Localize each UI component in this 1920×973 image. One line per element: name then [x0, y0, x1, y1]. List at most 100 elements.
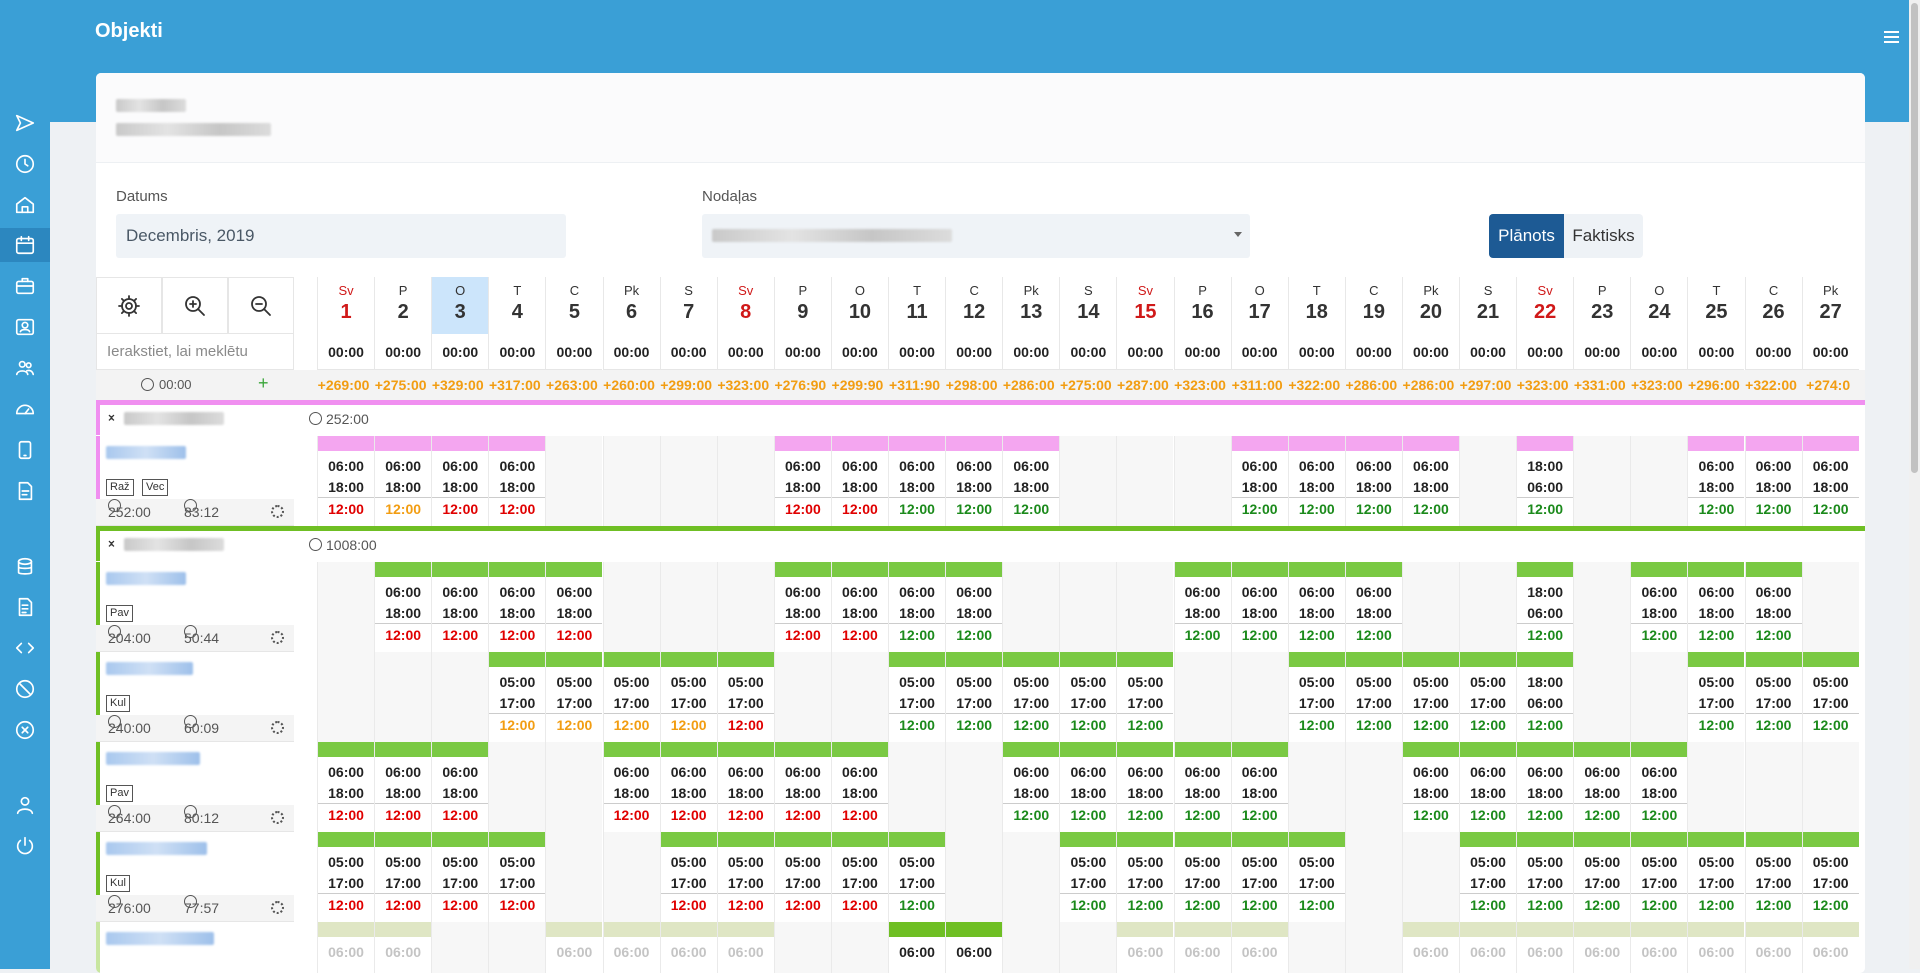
hamburger-menu-icon[interactable]: [1874, 22, 1908, 52]
shift-cell[interactable]: 06:00 18:00 12:00: [1230, 562, 1288, 652]
shift-cell[interactable]: 05:00 17:00 12:00: [1116, 652, 1174, 742]
day-header[interactable]: P2: [374, 277, 431, 334]
day-header[interactable]: O3: [431, 277, 489, 334]
empty-day-cell[interactable]: [1002, 832, 1060, 922]
empty-day-cell[interactable]: [1573, 562, 1631, 652]
shift-cell[interactable]: 05:00 17:00 12:00: [1573, 832, 1631, 922]
shift-cell[interactable]: 18:00 06:00 12:00: [1516, 436, 1574, 526]
day-header[interactable]: C 12: [945, 277, 1002, 334]
empty-day-cell[interactable]: [602, 562, 660, 652]
empty-day-cell[interactable]: [545, 832, 603, 922]
shift-cell[interactable]: 06:00: [716, 922, 774, 973]
shift-cell[interactable]: 06:00 18:00 12:00: [1344, 436, 1402, 526]
sidebar-dashboard-link[interactable]: [0, 392, 50, 426]
shift-cell[interactable]: 06:00 18:00 12:00: [888, 562, 946, 652]
shift-cell[interactable]: 05:00 17:00 12:00: [1059, 652, 1117, 742]
day-header[interactable]: O 24: [1630, 277, 1687, 334]
shift-cell[interactable]: 05:00 17:00 12:00: [1459, 832, 1517, 922]
empty-day-cell[interactable]: [716, 436, 774, 526]
shift-cell[interactable]: 06:00: [545, 922, 603, 973]
shift-cell[interactable]: 05:00 17:00 12:00: [1116, 832, 1174, 922]
shift-cell[interactable]: 06:00: [1116, 922, 1174, 973]
empty-day-cell[interactable]: [1401, 562, 1459, 652]
sidebar-cancel-link[interactable]: [0, 713, 50, 747]
empty-day-cell[interactable]: [1630, 652, 1688, 742]
empty-day-cell[interactable]: [317, 562, 375, 652]
empty-day-cell[interactable]: [1344, 922, 1402, 973]
empty-day-cell[interactable]: [1344, 832, 1402, 922]
shift-cell[interactable]: 06:00: [1573, 922, 1631, 973]
employee-settings-icon[interactable]: [271, 631, 284, 644]
sidebar-tablet-link[interactable]: [0, 433, 50, 467]
empty-day-cell[interactable]: [488, 742, 546, 832]
day-header[interactable]: C 26: [1744, 277, 1802, 334]
employee-row-header[interactable]: Pav 204:00 50:44: [96, 562, 294, 652]
shift-cell[interactable]: 05:00 17:00 12:00: [1287, 832, 1345, 922]
empty-day-cell[interactable]: [1173, 436, 1231, 526]
day-header[interactable]: Pk 13: [1002, 277, 1059, 334]
empty-day-cell[interactable]: [1059, 562, 1117, 652]
shift-cell[interactable]: 06:00 18:00 12:00: [1687, 436, 1745, 526]
shift-cell[interactable]: 05:00 17:00 12:00: [545, 652, 603, 742]
empty-day-cell[interactable]: [1459, 436, 1517, 526]
empty-day-cell[interactable]: [431, 922, 489, 973]
empty-day-cell[interactable]: [1002, 562, 1060, 652]
shift-cell[interactable]: 05:00 17:00 12:00: [1687, 832, 1745, 922]
shift-cell[interactable]: 06:00 18:00 12:00: [545, 562, 603, 652]
mode-planned-button[interactable]: Plānots: [1489, 214, 1564, 258]
day-header[interactable]: S 14: [1059, 277, 1116, 334]
shift-cell[interactable]: 06:00: [602, 922, 660, 973]
empty-day-cell[interactable]: [1002, 922, 1060, 973]
shift-cell[interactable]: 06:00: [1230, 922, 1288, 973]
shift-cell[interactable]: 05:00 17:00 12:00: [1687, 652, 1745, 742]
day-header[interactable]: O 10: [830, 277, 888, 334]
day-header[interactable]: T 25: [1687, 277, 1744, 334]
shift-cell[interactable]: 05:00 17:00 12:00: [1344, 652, 1402, 742]
shift-cell[interactable]: 06:00: [659, 922, 717, 973]
shift-cell[interactable]: 06:00 18:00 12:00: [317, 436, 375, 526]
sidebar-contact-card-link[interactable]: [0, 310, 50, 344]
shift-cell[interactable]: 06:00: [1630, 922, 1688, 973]
shift-cell[interactable]: 06:00: [374, 922, 432, 973]
empty-day-cell[interactable]: [1344, 742, 1402, 832]
day-header[interactable]: Pk 27: [1801, 277, 1859, 334]
blurred-employee-name[interactable]: [106, 662, 193, 675]
shift-cell[interactable]: 06:00 18:00 12:00: [830, 562, 888, 652]
shift-cell[interactable]: 05:00 17:00 12:00: [488, 652, 546, 742]
empty-day-cell[interactable]: [659, 436, 717, 526]
shift-cell[interactable]: 06:00: [1459, 922, 1517, 973]
shift-cell[interactable]: 06:00 18:00 12:00: [1801, 436, 1859, 526]
shift-cell[interactable]: 06:00 18:00 12:00: [773, 742, 831, 832]
shift-cell[interactable]: 06:00 18:00 12:00: [773, 436, 831, 526]
empty-day-cell[interactable]: [602, 436, 660, 526]
empty-day-cell[interactable]: [545, 436, 603, 526]
day-header[interactable]: Sv 8: [716, 277, 774, 334]
empty-day-cell[interactable]: [488, 922, 546, 973]
day-header[interactable]: Sv 15: [1116, 277, 1173, 334]
day-header[interactable]: P9: [773, 277, 831, 334]
employee-row-header[interactable]: Raž Vec 252:00 83:12: [96, 436, 294, 526]
sidebar-user-link[interactable]: [0, 788, 50, 822]
empty-day-cell[interactable]: [773, 922, 831, 973]
shift-cell[interactable]: 05:00 17:00 12:00: [888, 652, 946, 742]
shift-cell[interactable]: 06:00: [888, 922, 946, 973]
empty-day-cell[interactable]: [1687, 742, 1745, 832]
shift-cell[interactable]: 05:00 17:00 12:00: [1516, 832, 1574, 922]
empty-day-cell[interactable]: [545, 742, 603, 832]
day-header[interactable]: S 21: [1459, 277, 1516, 334]
shift-cell[interactable]: 06:00 18:00 12:00: [1173, 742, 1231, 832]
group-header[interactable]: ⌄ ⌃ 252:00: [96, 400, 1865, 436]
shift-cell[interactable]: 06:00 18:00 12:00: [602, 742, 660, 832]
shift-cell[interactable]: 06:00 18:00 12:00: [945, 562, 1003, 652]
shift-cell[interactable]: 05:00 17:00 12:00: [1744, 652, 1802, 742]
sidebar-users-link[interactable]: [0, 351, 50, 385]
shift-cell[interactable]: 05:00 17:00 12:00: [317, 832, 375, 922]
empty-day-cell[interactable]: [773, 652, 831, 742]
empty-day-cell[interactable]: [1287, 742, 1345, 832]
shift-cell[interactable]: 06:00 18:00 12:00: [1687, 562, 1745, 652]
shift-cell[interactable]: 06:00 18:00 12:00: [431, 562, 489, 652]
shift-cell[interactable]: 06:00 18:00 12:00: [830, 436, 888, 526]
empty-day-cell[interactable]: [659, 562, 717, 652]
empty-day-cell[interactable]: [1059, 922, 1117, 973]
shift-cell[interactable]: 06:00: [1801, 922, 1859, 973]
